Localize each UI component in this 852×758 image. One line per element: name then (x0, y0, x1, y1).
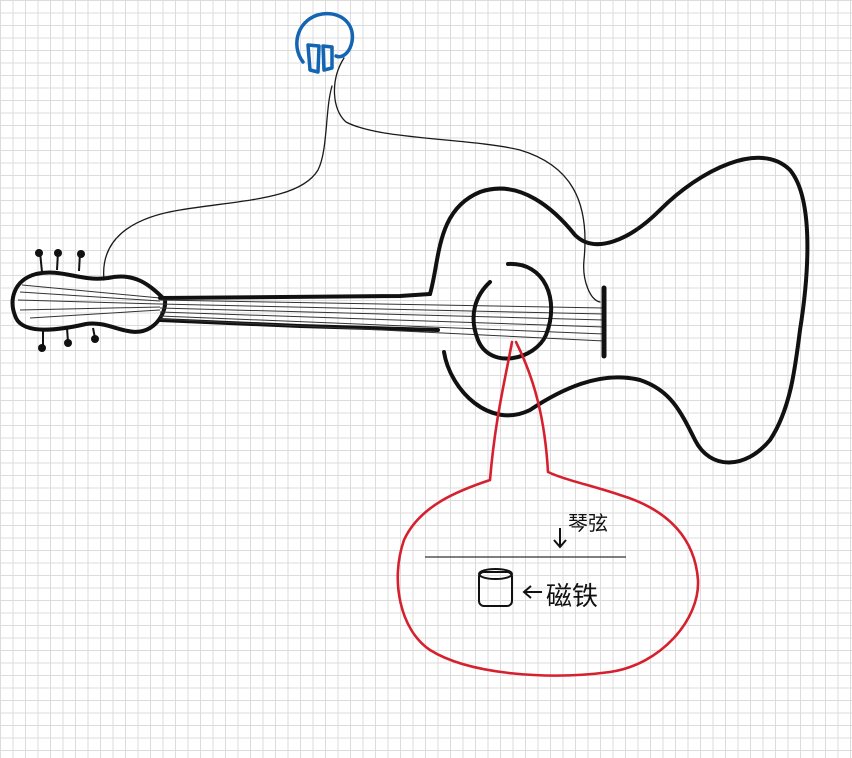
tuning-peg-icon (38, 330, 46, 352)
magnet-icon (478, 568, 513, 607)
string-label: 琴弦 (568, 511, 608, 535)
tuning-peg-icon (54, 249, 62, 271)
tuning-peg-icon (64, 327, 72, 347)
guitar-body (428, 155, 810, 465)
arrow-down-icon (553, 528, 567, 549)
guitar-pickup-sketch: 琴弦 磁铁 (10, 12, 810, 677)
arrow-left-icon (522, 585, 542, 599)
strings (159, 299, 605, 342)
magnet-label: 磁铁 (546, 582, 598, 612)
tuning-peg-icon (91, 327, 99, 343)
tuning-peg-icon (77, 250, 85, 272)
diagram-canvas: 琴弦 磁铁 (0, 0, 852, 758)
cable (333, 57, 601, 303)
magnet-callout: 琴弦 磁铁 (396, 340, 700, 677)
headstock-strings (17, 284, 161, 319)
earphone-icon (295, 12, 355, 74)
tuning-peg-icon (35, 249, 43, 273)
cable-branch (103, 85, 333, 281)
